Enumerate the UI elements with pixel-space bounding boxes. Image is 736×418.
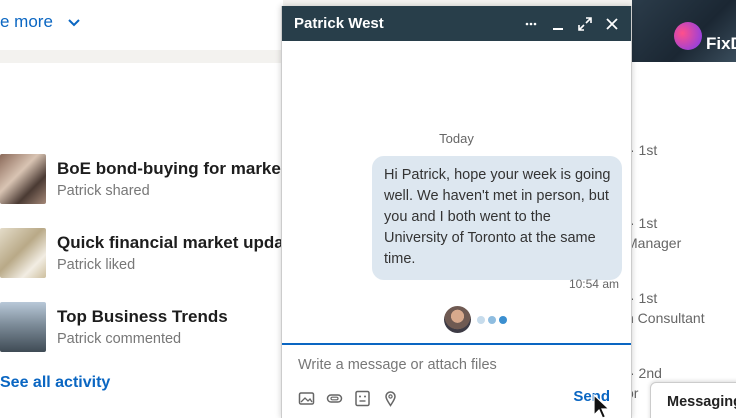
message-timestamp: 10:54 am bbox=[568, 277, 619, 291]
expand-icon[interactable] bbox=[578, 16, 592, 31]
activity-thumbnail bbox=[0, 154, 46, 204]
message-input[interactable]: Write a message or attach files bbox=[298, 357, 497, 373]
see-more-label: e more bbox=[0, 12, 53, 31]
activity-title[interactable]: BoE bond-buying for markets bbox=[57, 158, 296, 180]
connection-role: n Consultant bbox=[626, 310, 705, 326]
activity-thumbnail bbox=[0, 228, 46, 278]
activity-title[interactable]: Quick financial market update bbox=[57, 232, 299, 254]
close-icon[interactable] bbox=[605, 17, 619, 31]
typing-indicator bbox=[444, 306, 507, 333]
activity-item[interactable]: Top Business Trends Patrick commented bbox=[0, 302, 228, 352]
day-separator: Today bbox=[439, 131, 474, 146]
connection-degree: · 2nd bbox=[630, 365, 662, 381]
chevron-down-icon bbox=[68, 19, 80, 27]
chat-header[interactable]: Patrick West bbox=[282, 6, 631, 41]
activity-subtitle: Patrick liked bbox=[57, 257, 136, 273]
activity-card: e more BoE bond-buying for markets Patri… bbox=[0, 0, 299, 418]
see-all-activity-link[interactable]: See all activity bbox=[0, 374, 110, 392]
activity-item[interactable]: Quick financial market update Patrick li… bbox=[0, 228, 299, 278]
attachment-icon[interactable] bbox=[326, 390, 343, 407]
avatar[interactable] bbox=[444, 306, 471, 333]
activity-subtitle: Patrick commented bbox=[57, 331, 182, 347]
see-more-link[interactable]: e more bbox=[0, 12, 81, 32]
compose-divider bbox=[282, 343, 631, 345]
section-divider bbox=[0, 50, 283, 63]
promo-logo-icon bbox=[674, 22, 702, 50]
activity-item[interactable]: BoE bond-buying for markets Patrick shar… bbox=[0, 154, 296, 204]
right-column bbox=[632, 0, 736, 418]
mouse-cursor-icon bbox=[593, 394, 611, 418]
activity-thumbnail bbox=[0, 302, 46, 352]
activity-title[interactable]: Top Business Trends bbox=[57, 306, 228, 328]
activity-subtitle: Patrick shared bbox=[57, 183, 150, 199]
message-bubble: Hi Patrick, hope your week is going well… bbox=[372, 156, 622, 280]
connection-degree: · 1st bbox=[630, 215, 658, 231]
promo-text: FixD bbox=[706, 34, 736, 53]
more-icon[interactable] bbox=[524, 17, 538, 31]
connection-degree: · 1st bbox=[630, 290, 658, 306]
chat-window: Patrick West Today Hi Patrick, hope your… bbox=[281, 6, 632, 418]
promo-banner[interactable]: FixD bbox=[632, 0, 736, 62]
location-icon[interactable] bbox=[382, 390, 399, 407]
typing-dots-icon bbox=[477, 315, 507, 324]
image-icon[interactable] bbox=[298, 390, 315, 407]
chat-contact-name[interactable]: Patrick West bbox=[294, 15, 524, 32]
minimize-icon[interactable] bbox=[551, 17, 565, 31]
connection-degree: · 1st bbox=[630, 142, 658, 158]
messaging-tab[interactable]: Messaging bbox=[650, 382, 736, 418]
connection-role: Manager bbox=[626, 235, 682, 251]
gif-icon[interactable] bbox=[354, 390, 371, 407]
